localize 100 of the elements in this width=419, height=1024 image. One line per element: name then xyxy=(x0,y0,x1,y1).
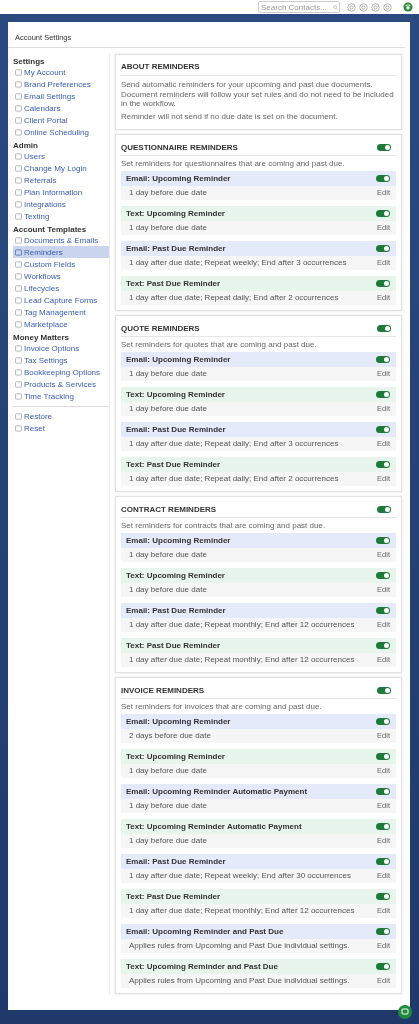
search-field[interactable]: Search Contacts... xyxy=(258,1,340,13)
square-icon xyxy=(15,128,22,136)
sidebar-heading: Admin xyxy=(13,140,39,150)
sidebar-item[interactable]: Custom Fields xyxy=(13,258,109,270)
square-icon xyxy=(15,412,22,420)
square-icon xyxy=(15,308,22,316)
chat-icon[interactable] xyxy=(398,1005,412,1019)
toggle-switch[interactable] xyxy=(376,536,390,544)
sidebar-item[interactable]: Integrations xyxy=(13,198,109,210)
square-icon xyxy=(15,260,22,268)
toggle-switch[interactable] xyxy=(376,390,390,398)
sidebar-heading: Settings xyxy=(13,56,46,66)
reminder-title: Text: Upcoming Reminder Automatic Payment xyxy=(126,821,302,831)
toggle-switch[interactable] xyxy=(377,506,391,513)
sidebar-item[interactable]: Brand Preferences xyxy=(13,78,109,90)
section-title: CONTRACT REMINDERS xyxy=(121,505,217,514)
paragraph: Reminder will not send if no due date is set on the document. xyxy=(121,111,339,121)
reminder-title: Email: Past Due Reminder xyxy=(126,243,226,253)
reminder-detail: 1 day before due date xyxy=(129,766,207,776)
reminder-detail: 1 day before due date xyxy=(129,188,207,198)
sidebar-item[interactable]: Tax Settings xyxy=(13,354,109,366)
square-icon xyxy=(15,212,22,220)
reminder-title: Text: Upcoming Reminder xyxy=(126,751,225,761)
sidebar-item[interactable]: Reminders xyxy=(13,246,109,258)
toggle-switch[interactable] xyxy=(376,822,390,830)
square-icon xyxy=(15,104,22,112)
reminder-detail: 1 day after due date; Repeat monthly; End after 12 occurrences xyxy=(129,906,355,916)
reminder-title: Text: Past Due Reminder xyxy=(126,459,221,469)
reminder-detail: 1 day after due date; Repeat daily; End after 3 occurrences xyxy=(129,439,339,449)
logo-icon[interactable] xyxy=(403,2,413,12)
reminder-detail: 1 day before due date xyxy=(129,223,207,233)
toggle-switch[interactable] xyxy=(376,717,390,725)
sidebar-item[interactable]: Time Tracking xyxy=(13,390,109,402)
toggle-switch[interactable] xyxy=(376,355,390,363)
sidebar-item[interactable]: Documents & Emails xyxy=(13,234,109,246)
sidebar-item[interactable]: Plan Information xyxy=(13,186,109,198)
sidebar-item[interactable]: Invoice Options xyxy=(13,342,109,354)
square-icon xyxy=(15,356,22,364)
square-icon xyxy=(15,248,22,256)
reminder-title: Text: Past Due Reminder xyxy=(126,640,221,650)
sidebar-item[interactable]: Users xyxy=(13,150,109,162)
toggle-switch[interactable] xyxy=(376,606,390,614)
reminder-title: Email: Past Due Reminder xyxy=(126,605,226,615)
reminder-detail: 2 days before due date xyxy=(129,731,211,741)
reminder-title: Email: Upcoming Reminder and Past Due xyxy=(126,926,284,936)
sidebar-item[interactable]: Texting xyxy=(13,210,109,222)
sidebar-item[interactable]: Online Scheduling xyxy=(13,126,109,138)
square-icon xyxy=(15,272,22,280)
toggle-switch[interactable] xyxy=(376,787,390,795)
sidebar-item[interactable]: Marketplace xyxy=(13,318,109,330)
square-icon xyxy=(15,368,22,376)
paragraph: Send automatic reminders for your upcoming and past due documents. Document reminders will follow your set rules and do not need to be included in the workflow. xyxy=(121,80,395,109)
toggle-switch[interactable] xyxy=(376,857,390,865)
sidebar-item[interactable]: My Account xyxy=(13,66,109,78)
sidebar-item[interactable]: Client Portal xyxy=(13,114,109,126)
reminder-detail: 1 day before due date xyxy=(129,369,207,379)
section-description: Set reminders for contracts that are coming and past due. xyxy=(121,520,327,532)
toggle-switch[interactable] xyxy=(376,962,390,970)
sidebar-item[interactable]: Lead Capture Forms xyxy=(13,294,109,306)
square-icon xyxy=(15,80,22,88)
toggle-switch[interactable] xyxy=(376,752,390,760)
toggle-switch[interactable] xyxy=(377,144,391,151)
toggle-switch[interactable] xyxy=(376,641,390,649)
sidebar-item[interactable]: Referrals xyxy=(13,174,109,186)
square-icon xyxy=(15,320,22,328)
toggle-switch[interactable] xyxy=(376,244,390,252)
sidebar-item[interactable]: Lifecycles xyxy=(13,282,109,294)
sidebar-item[interactable]: Bookkeeping Options xyxy=(13,366,109,378)
section-description: Set reminders for questionnaires that are coming and past due. xyxy=(121,158,346,170)
toggle-switch[interactable] xyxy=(377,687,391,694)
sidebar-item[interactable]: Calendars xyxy=(13,102,109,114)
square-icon xyxy=(15,176,22,184)
reminder-title: Email: Upcoming Reminder xyxy=(126,716,231,726)
sidebar-item[interactable]: Tag Management xyxy=(13,306,109,318)
sidebar-item[interactable]: Email Settings xyxy=(13,90,109,102)
reminder-title: Text: Upcoming Reminder xyxy=(126,570,225,580)
reminder-title: Email: Upcoming Reminder xyxy=(126,173,231,183)
toggle-switch[interactable] xyxy=(376,279,390,287)
square-icon xyxy=(15,188,22,196)
sidebar-heading: Money Matters xyxy=(13,332,70,342)
square-icon xyxy=(15,164,22,172)
section-description: Set reminders for quotes that are coming and past due. xyxy=(121,339,318,351)
square-icon xyxy=(15,392,22,400)
sidebar-item[interactable]: Restore xyxy=(13,410,109,422)
toggle-switch[interactable] xyxy=(376,571,390,579)
toggle-switch[interactable] xyxy=(376,209,390,217)
reminder-detail: 1 day before due date xyxy=(129,836,207,846)
sidebar-item[interactable]: Products & Services xyxy=(13,378,109,390)
toggle-switch[interactable] xyxy=(376,892,390,900)
reminder-detail: 1 day after due date; Repeat daily; End after 2 occurrences xyxy=(129,293,339,303)
toggle-switch[interactable] xyxy=(377,325,391,332)
sidebar-item[interactable]: Workflows xyxy=(13,270,109,282)
sidebar-item[interactable]: Reset xyxy=(13,422,109,434)
sidebar-item[interactable]: Change My Login xyxy=(13,162,109,174)
toggle-switch[interactable] xyxy=(376,425,390,433)
square-icon xyxy=(15,92,22,100)
toggle-switch[interactable] xyxy=(376,174,390,182)
toggle-switch[interactable] xyxy=(376,460,390,468)
toggle-switch[interactable] xyxy=(376,927,390,935)
reminder-title: Text: Past Due Reminder xyxy=(126,278,221,288)
